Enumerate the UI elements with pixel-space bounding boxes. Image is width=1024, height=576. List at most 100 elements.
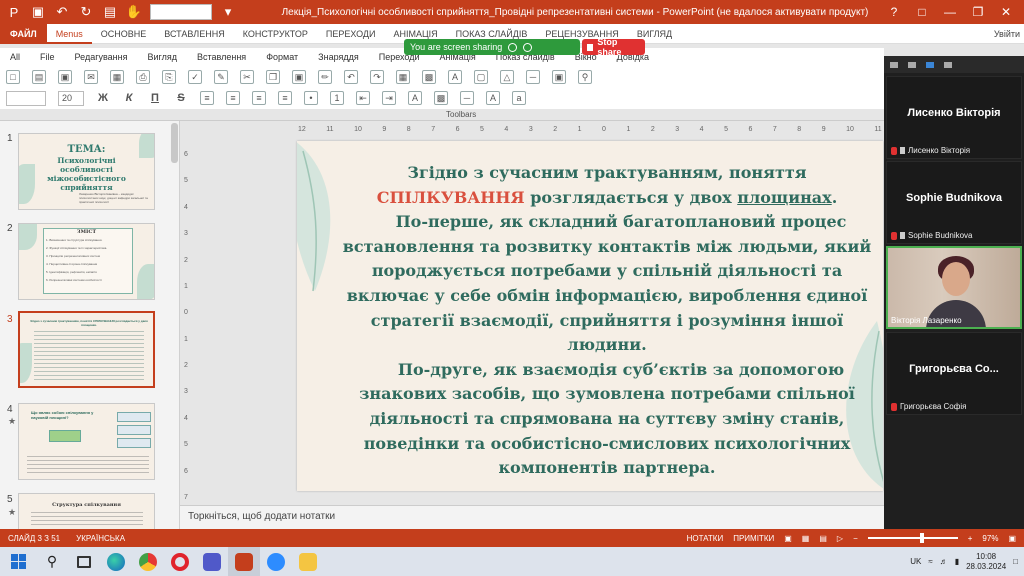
teams-icon[interactable]: [196, 547, 228, 576]
zoom-in-icon[interactable]: +: [968, 534, 973, 543]
reading-view-icon[interactable]: ▤: [819, 534, 827, 543]
shapes-icon[interactable]: △: [500, 70, 514, 84]
copy-icon[interactable]: ❐: [266, 70, 280, 84]
slide-thumbnail-3[interactable]: Згідно з сучасним трактуванням, поняття …: [18, 311, 155, 388]
participant-video-tile[interactable]: Вікторія Лазаренко: [886, 246, 1022, 329]
task-view-icon[interactable]: [68, 547, 100, 576]
opera-icon[interactable]: [164, 547, 196, 576]
stop-share-button[interactable]: Stop share: [582, 37, 645, 57]
slide-thumbnail-1[interactable]: ТЕМА: Психологічні особливості міжособис…: [18, 133, 155, 210]
fill-color-icon[interactable]: ▩: [434, 91, 448, 105]
menu-view[interactable]: Вигляд: [138, 52, 188, 62]
slide-editing-area[interactable]: 12 11 10 9 8 7 6 5 4 3 2 1 0 1 2 3 4 5 6 7 8 9 10 11 6543210123…: [180, 121, 884, 505]
font-color-icon[interactable]: A: [408, 91, 422, 105]
shrink-font-icon[interactable]: a: [512, 91, 526, 105]
research-icon[interactable]: ✎: [214, 70, 228, 84]
picture-icon[interactable]: ▢: [474, 70, 488, 84]
notes-toggle[interactable]: НОТАТКИ: [687, 534, 724, 543]
tab-home[interactable]: ОСНОВНЕ: [92, 24, 156, 44]
cut-icon[interactable]: ✂: [240, 70, 254, 84]
grow-font-icon[interactable]: A: [486, 91, 500, 105]
search-icon[interactable]: ⚲: [36, 547, 68, 576]
tab-insert[interactable]: ВСТАВЛЕННЯ: [155, 24, 233, 44]
speaker-view-icon[interactable]: [944, 61, 952, 68]
normal-view-icon[interactable]: ▣: [784, 534, 792, 543]
chrome-icon[interactable]: [132, 547, 164, 576]
share-shield-icon[interactable]: [523, 42, 533, 52]
strikethrough-button[interactable]: S: [174, 92, 188, 104]
zoom-level[interactable]: 97%: [982, 534, 998, 543]
qat-font-box[interactable]: [150, 4, 212, 20]
tab-design[interactable]: КОНСТРУКТОР: [234, 24, 317, 44]
zoom-icon[interactable]: ⚲: [578, 70, 592, 84]
wifi-icon[interactable]: ≈: [928, 557, 932, 566]
save-icon[interactable]: ▣: [30, 4, 46, 20]
table-icon[interactable]: ▦: [396, 70, 410, 84]
font-size-select[interactable]: 20: [58, 90, 84, 106]
quick-print-icon[interactable]: ⎘: [162, 70, 176, 84]
notes-pane[interactable]: Торкніться, щоб додати нотатки: [180, 505, 884, 529]
numbering-icon[interactable]: 1: [330, 91, 344, 105]
bold-button[interactable]: Ж: [96, 92, 110, 104]
redo-icon[interactable]: ↻: [78, 4, 94, 20]
battery-icon[interactable]: ▮: [955, 557, 959, 566]
decrease-indent-icon[interactable]: ⇤: [356, 91, 370, 105]
current-slide[interactable]: Згідно з сучасним трактуванням, поняття …: [297, 141, 883, 491]
bullets-icon[interactable]: •: [304, 91, 318, 105]
align-right-icon[interactable]: ≡: [252, 91, 266, 105]
chart-icon[interactable]: ▩: [422, 70, 436, 84]
line-icon[interactable]: ─: [526, 70, 540, 84]
zoom-slider[interactable]: [867, 533, 958, 543]
menu-edit[interactable]: Редагування: [65, 52, 138, 62]
file-explorer-icon[interactable]: [292, 547, 324, 576]
sign-in-link[interactable]: Увійти: [994, 24, 1020, 44]
menu-all[interactable]: All: [0, 52, 30, 62]
print-preview-icon[interactable]: ▦: [110, 70, 124, 84]
italic-button[interactable]: К: [122, 92, 136, 104]
participant-tile[interactable]: Лисенко Вікторія Лисенко Вікторія: [886, 76, 1022, 159]
align-left-icon[interactable]: ≡: [200, 91, 214, 105]
tab-file[interactable]: ФАЙЛ: [0, 23, 47, 44]
edge-icon[interactable]: [100, 547, 132, 576]
format-painter-icon[interactable]: ✏: [318, 70, 332, 84]
minimize-panel-icon[interactable]: [890, 61, 898, 68]
redo-icon[interactable]: ↷: [370, 70, 384, 84]
gallery-view-icon[interactable]: [926, 61, 934, 68]
open-icon[interactable]: ▤: [32, 70, 46, 84]
slide-thumbnail-2[interactable]: ЗМІСТ 1. Визначення та структура спілкув…: [18, 223, 155, 300]
zoom-app-icon[interactable]: [260, 547, 292, 576]
view-mode-icon[interactable]: [908, 61, 916, 68]
slide-body-text[interactable]: Згідно з сучасним трактуванням, поняття …: [337, 161, 877, 481]
participant-tile[interactable]: Sophie Budnikova Sophie Budnikova: [886, 161, 1022, 244]
fit-slide-icon[interactable]: ▣: [1008, 534, 1016, 543]
new-icon[interactable]: □: [6, 70, 20, 84]
undo-icon[interactable]: ↶: [54, 4, 70, 20]
present-icon[interactable]: ▤: [102, 4, 118, 20]
minimize-button[interactable]: —: [936, 0, 964, 24]
text-box-icon[interactable]: A: [448, 70, 462, 84]
align-center-icon[interactable]: ≡: [226, 91, 240, 105]
language-indicator[interactable]: УКРАЇНСЬКА: [68, 534, 133, 543]
ribbon-display-icon[interactable]: □: [908, 0, 936, 24]
start-button[interactable]: [0, 547, 36, 576]
font-name-select[interactable]: [6, 90, 46, 106]
restore-button[interactable]: ❐: [964, 0, 992, 24]
comments-toggle[interactable]: ПРИМІТКИ: [733, 534, 774, 543]
thumbnails-scrollbar[interactable]: [171, 123, 178, 163]
increase-indent-icon[interactable]: ⇥: [382, 91, 396, 105]
slide-thumbnail-4[interactable]: Що являє собою спілкування у науковій пл…: [18, 403, 155, 480]
notifications-icon[interactable]: □: [1013, 557, 1018, 566]
slide-sorter-icon[interactable]: ▦: [802, 534, 810, 543]
menu-file[interactable]: File: [30, 52, 65, 62]
arrange-icon[interactable]: ▣: [552, 70, 566, 84]
close-button[interactable]: ✕: [992, 0, 1020, 24]
spelling-icon[interactable]: ✓: [188, 70, 202, 84]
participant-tile[interactable]: Григорьєва Со... Григорьєва Софія: [886, 332, 1022, 415]
keyboard-language[interactable]: UK: [910, 557, 921, 566]
help-icon[interactable]: ?: [880, 0, 908, 24]
touch-mode-icon[interactable]: ✋: [126, 4, 142, 20]
menu-format[interactable]: Формат: [256, 52, 308, 62]
share-pause-icon[interactable]: [508, 42, 518, 52]
line-color-icon[interactable]: ─: [460, 91, 474, 105]
save-icon[interactable]: ▣: [58, 70, 72, 84]
